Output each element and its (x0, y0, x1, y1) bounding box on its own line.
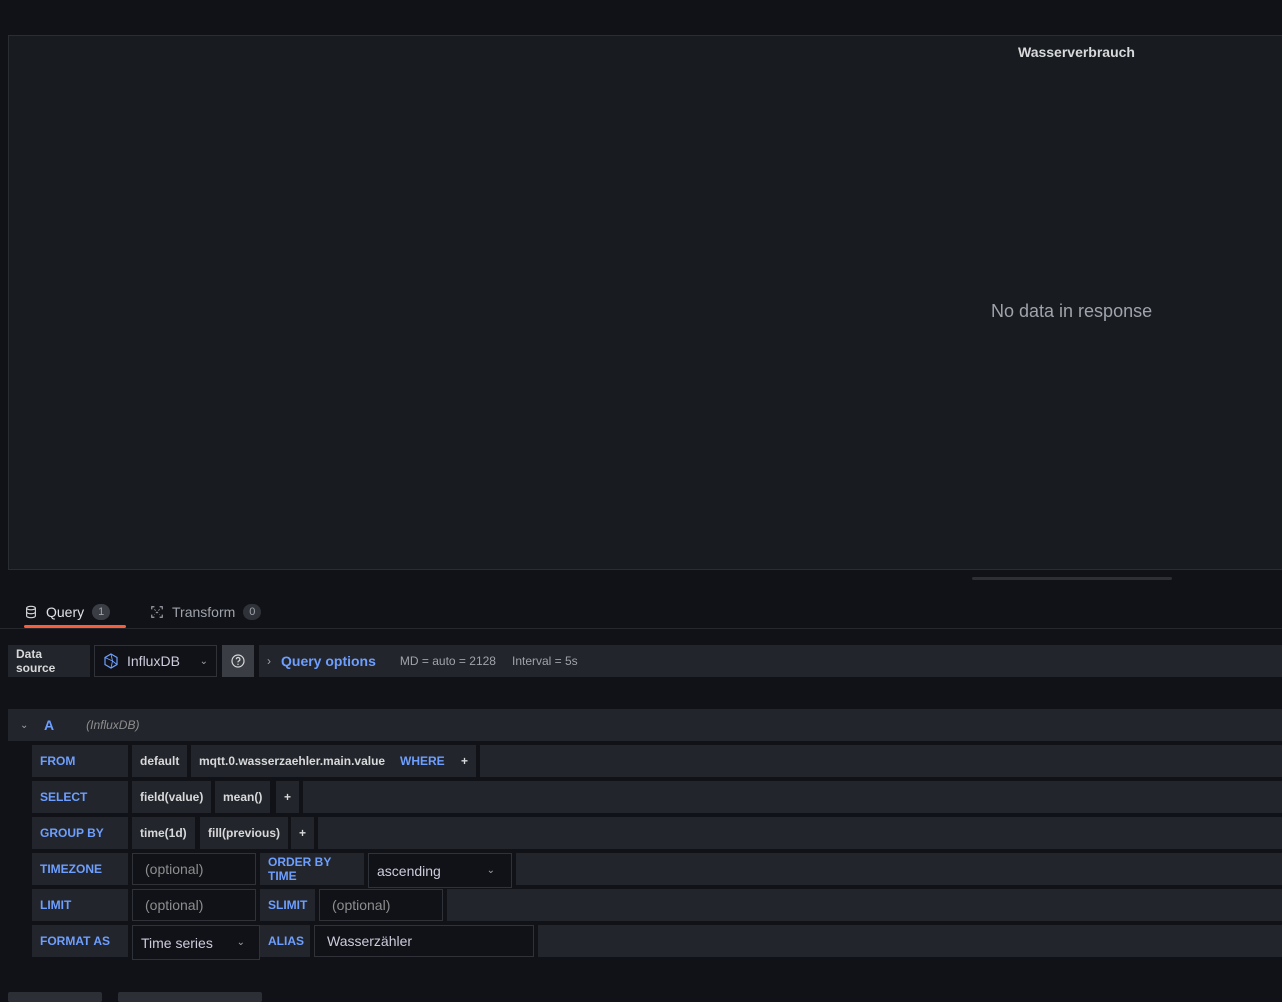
format-as-value: Time series (141, 934, 213, 951)
from-row-filler (480, 745, 1282, 777)
query-ref-id[interactable]: A (44, 717, 54, 733)
where-keyword: WHERE (392, 745, 453, 777)
tab-query-label: Query (46, 604, 85, 620)
timezone-keyword: TIMEZONE (32, 853, 128, 885)
select-keyword: SELECT (32, 781, 128, 813)
fill-segment[interactable]: fill(previous) (200, 817, 289, 849)
from-row: FROM default mqtt.0.wasserzaehler.main.v… (32, 745, 1282, 777)
limit-row-filler (447, 889, 1282, 921)
tab-query[interactable]: Query 1 (24, 596, 127, 628)
collapse-chevron-icon[interactable]: ⌄ (20, 720, 30, 731)
add-group-by-button[interactable]: + (291, 817, 314, 849)
order-by-time-value: ascending (377, 862, 441, 879)
panel-title[interactable]: Wasserverbrauch (1018, 44, 1135, 60)
chevron-down-icon: ⌄ (199, 655, 208, 667)
add-where-button[interactable]: + (453, 745, 476, 777)
add-expression-button[interactable] (118, 992, 262, 1002)
database-icon (26, 605, 36, 619)
select-row-filler (303, 781, 1282, 813)
format-row-filler (538, 925, 1282, 957)
query-options-interval: Interval = 5s (511, 654, 578, 668)
limit-keyword: LIMIT (32, 889, 128, 921)
tab-transform-label: Transform (172, 604, 236, 620)
format-as-select[interactable]: Time series ⌄ (132, 925, 260, 960)
group-by-row: GROUP BY time(1d) fill(previous) + (32, 817, 1282, 849)
datasource-picker[interactable]: InfluxDB ⌄ (94, 645, 217, 677)
select-row: SELECT field(value) mean() + (32, 781, 1282, 813)
chevron-down-icon: ⌄ (486, 865, 495, 876)
group-by-time-segment[interactable]: time(1d) (132, 817, 195, 849)
question-circle-icon (231, 654, 245, 668)
add-select-button[interactable]: + (276, 781, 299, 813)
influxdb-logo-icon (104, 653, 118, 669)
tabs-divider (0, 628, 1282, 629)
field-segment[interactable]: field(value) (132, 781, 212, 813)
chevron-right-icon: › (267, 654, 271, 668)
datasource-selected: InfluxDB (127, 653, 180, 669)
format-row: FORMAT AS Time series ⌄ ALIAS Wasserzähl… (32, 925, 1282, 960)
panel-resize-handle[interactable] (972, 577, 1172, 580)
alias-input[interactable]: Wasserzähler (314, 925, 534, 957)
chevron-down-icon: ⌄ (236, 937, 245, 948)
datasource-help-button[interactable] (222, 645, 254, 677)
tab-query-count: 1 (92, 604, 111, 620)
query-row-header[interactable]: ⌄ A (InfluxDB) (8, 709, 1282, 741)
measurement-segment[interactable]: mqtt.0.wasserzaehler.main.value (191, 745, 394, 777)
slimit-input[interactable]: (optional) (319, 889, 443, 921)
timezone-input[interactable]: (optional) (132, 853, 256, 885)
slimit-keyword: SLIMIT (260, 889, 315, 921)
limit-row: LIMIT (optional) SLIMIT (optional) (32, 889, 1282, 921)
order-by-time-keyword: ORDER BY TIME (260, 853, 364, 885)
query-options-max-data-points: MD = auto = 2128 (399, 654, 496, 668)
from-keyword: FROM (32, 745, 128, 777)
add-query-button[interactable] (8, 992, 102, 1002)
format-as-keyword: FORMAT AS (32, 925, 128, 957)
limit-input[interactable]: (optional) (132, 889, 256, 921)
aggregate-function-segment[interactable]: mean() (215, 781, 271, 813)
alias-keyword: ALIAS (260, 925, 310, 957)
group-by-keyword: GROUP BY (32, 817, 128, 849)
timezone-row: TIMEZONE (optional) ORDER BY TIME ascend… (32, 853, 1282, 888)
query-options-title: Query options (281, 653, 376, 669)
tab-transform-count: 0 (243, 604, 262, 620)
timezone-row-filler (516, 853, 1282, 885)
retention-policy-segment[interactable]: default (132, 745, 188, 777)
query-datasource-name: (InfluxDB) (86, 718, 140, 732)
datasource-row: Data source InfluxDB ⌄ › Query options M… (8, 645, 1282, 677)
tab-transform[interactable]: Transform 0 (150, 596, 262, 628)
panel-preview: Wasserverbrauch No data in response (8, 35, 1282, 570)
no-data-message: No data in response (991, 301, 1153, 321)
datasource-label: Data source (8, 645, 90, 677)
query-options-toggle[interactable]: › Query options MD = auto = 2128 Interva… (259, 645, 1282, 677)
transform-icon (151, 606, 163, 618)
group-by-row-filler (318, 817, 1282, 849)
order-by-time-select[interactable]: ascending ⌄ (368, 853, 512, 888)
